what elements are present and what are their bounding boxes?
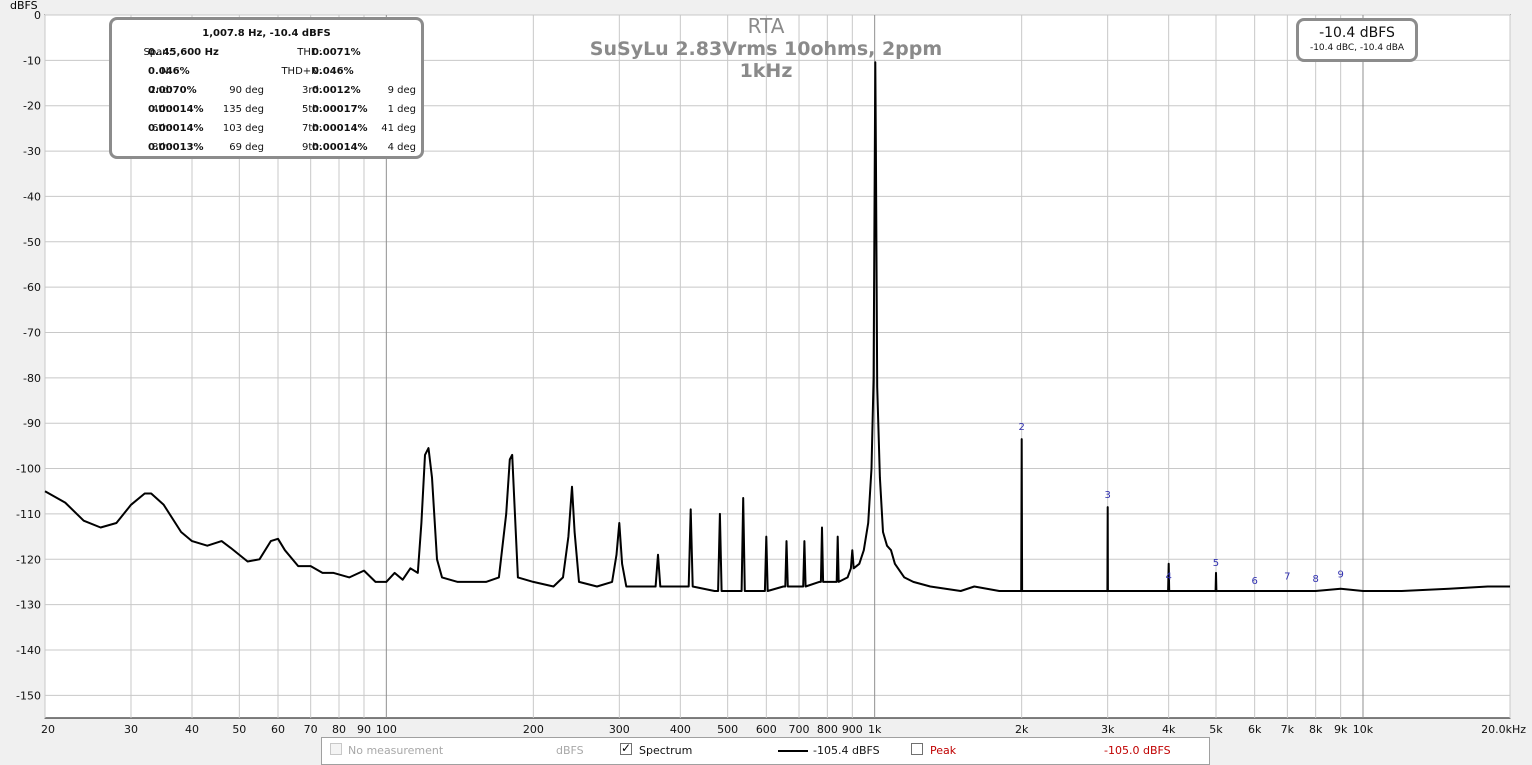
spectrum-label: Spectrum — [639, 744, 693, 757]
stats-cell: 41 deg — [381, 123, 416, 134]
harmonic-marker-label: 3 — [1104, 490, 1110, 501]
y-tick-label: -20 — [23, 100, 41, 113]
stats-cell: 1 deg — [387, 104, 416, 115]
x-tick-label: 9k — [1334, 723, 1348, 735]
harmonic-marker-label: 4 — [1165, 572, 1171, 583]
legend-bar: No measurement dBFS Spectrum -105.4 dBFS… — [321, 737, 1210, 765]
x-tick-label: 200 — [523, 723, 544, 735]
x-tick-label: 800 — [817, 723, 838, 735]
y-tick-label: -10 — [23, 54, 41, 67]
x-tick-label: 5k — [1209, 723, 1223, 735]
y-tick-label: -70 — [23, 326, 41, 339]
stats-cell: 69 deg — [229, 142, 264, 153]
y-tick-label: -100 — [16, 463, 41, 476]
stats-cell: 103 deg — [222, 123, 264, 134]
stats-cell: 0.0071% — [312, 47, 361, 58]
y-tick-label: -80 — [23, 372, 41, 385]
x-tick-label: 400 — [670, 723, 691, 735]
stats-cell: 0..45,600 Hz — [148, 47, 219, 58]
stats-cell: 0.046% — [148, 66, 190, 77]
stats-box: 1,007.8 Hz, -10.4 dBFS Span: 0..45,600 Hz… — [109, 17, 424, 159]
y-tick-label: -120 — [16, 553, 41, 566]
x-tick-labels: 20 30 40 50 60 70 80 90 100 200 300 400 500 600 700 800… — [41, 723, 1526, 735]
harmonic-marker-label: 8 — [1312, 574, 1318, 585]
chart-subtitle: SuSyLu 2.83Vrms 10ohms, 2ppm 1kHz — [589, 38, 943, 82]
level-box: -10.4 dBFS -10.4 dBC, -10.4 dBA — [1296, 18, 1418, 62]
x-tick-label: 3k — [1101, 723, 1115, 735]
stats-cell: 0.0012% — [312, 85, 361, 96]
x-tick-label: 1k — [868, 723, 882, 735]
chart-title: RTA — [747, 14, 785, 38]
x-tick-label: 6k — [1248, 723, 1262, 735]
y-axis-label: dBFS — [10, 0, 38, 12]
stats-cell: 135 deg — [222, 104, 264, 115]
x-tick-label: 80 — [332, 723, 346, 735]
x-tick-label: 100 — [376, 723, 397, 735]
x-tick-label: 2k — [1015, 723, 1029, 735]
y-tick-label: -30 — [23, 145, 41, 158]
harmonic-marker-label: 9 — [1337, 569, 1343, 580]
harmonic-marker-label: 7 — [1284, 572, 1290, 583]
y-tick-label: -110 — [16, 508, 41, 521]
x-tick-label: 10k — [1353, 723, 1374, 735]
stats-header: 1,007.8 Hz, -10.4 dBFS — [202, 28, 331, 39]
stats-cell: 0.0070% — [148, 85, 197, 96]
y-tick-label: -150 — [16, 689, 41, 702]
x-tick-label: 20 — [41, 723, 55, 735]
x-tick-label: 500 — [717, 723, 738, 735]
x-tick-label: 20.0kHz — [1481, 723, 1526, 735]
y-tick-label: -130 — [16, 599, 41, 612]
y-tick-label: -50 — [23, 236, 41, 249]
y-tick-label: -140 — [16, 644, 41, 657]
x-tick-label: 300 — [609, 723, 630, 735]
stats-cell: 0.00014% — [148, 104, 204, 115]
x-tick-label: 900 — [842, 723, 863, 735]
stats-cell: 0.046% — [312, 66, 354, 77]
harmonic-marker-label: 6 — [1251, 576, 1257, 587]
peak-checkbox[interactable] — [911, 743, 923, 755]
x-tick-label: 90 — [357, 723, 371, 735]
x-tick-label: 600 — [756, 723, 777, 735]
stats-cell: 0.00014% — [148, 123, 204, 134]
spectrum-value: -105.4 dBFS — [813, 744, 880, 757]
no-measurement-checkbox[interactable] — [330, 743, 342, 755]
x-tick-label: 7k — [1281, 723, 1295, 735]
y-tick-label: -60 — [23, 281, 41, 294]
level-main: -10.4 dBFS — [1319, 25, 1395, 41]
x-tick-label: 70 — [304, 723, 318, 735]
x-tick-label: 50 — [232, 723, 246, 735]
y-tick-label: -90 — [23, 417, 41, 430]
peak-label: Peak — [930, 744, 957, 757]
x-tick-label: 8k — [1309, 723, 1323, 735]
x-tick-label: 700 — [789, 723, 810, 735]
spectrum-swatch — [778, 750, 808, 752]
level-sub: -10.4 dBC, -10.4 dBA — [1309, 43, 1405, 53]
stats-cell: 0.00013% — [148, 142, 204, 153]
peak-value: -105.0 dBFS — [1104, 744, 1171, 757]
no-measurement-unit: dBFS — [556, 744, 584, 757]
harmonic-marker-label: 2 — [1018, 422, 1024, 433]
harmonic-marker-label: 5 — [1213, 558, 1219, 569]
x-tick-label: 40 — [185, 723, 199, 735]
y-tick-labels: 0-10-20-30-40-50-60-70-80-90-100-110-120… — [16, 9, 41, 702]
stats-cell: 9 deg — [387, 85, 416, 96]
spectrum-checkbox[interactable] — [620, 741, 632, 755]
stats-cell: 90 deg — [229, 85, 264, 96]
stats-cell: 4 deg — [387, 142, 416, 153]
no-measurement-label: No measurement — [348, 744, 444, 757]
x-tick-label: 4k — [1162, 723, 1176, 735]
x-tick-label: 60 — [271, 723, 285, 735]
y-tick-label: -40 — [23, 190, 41, 203]
x-tick-label: 30 — [124, 723, 138, 735]
